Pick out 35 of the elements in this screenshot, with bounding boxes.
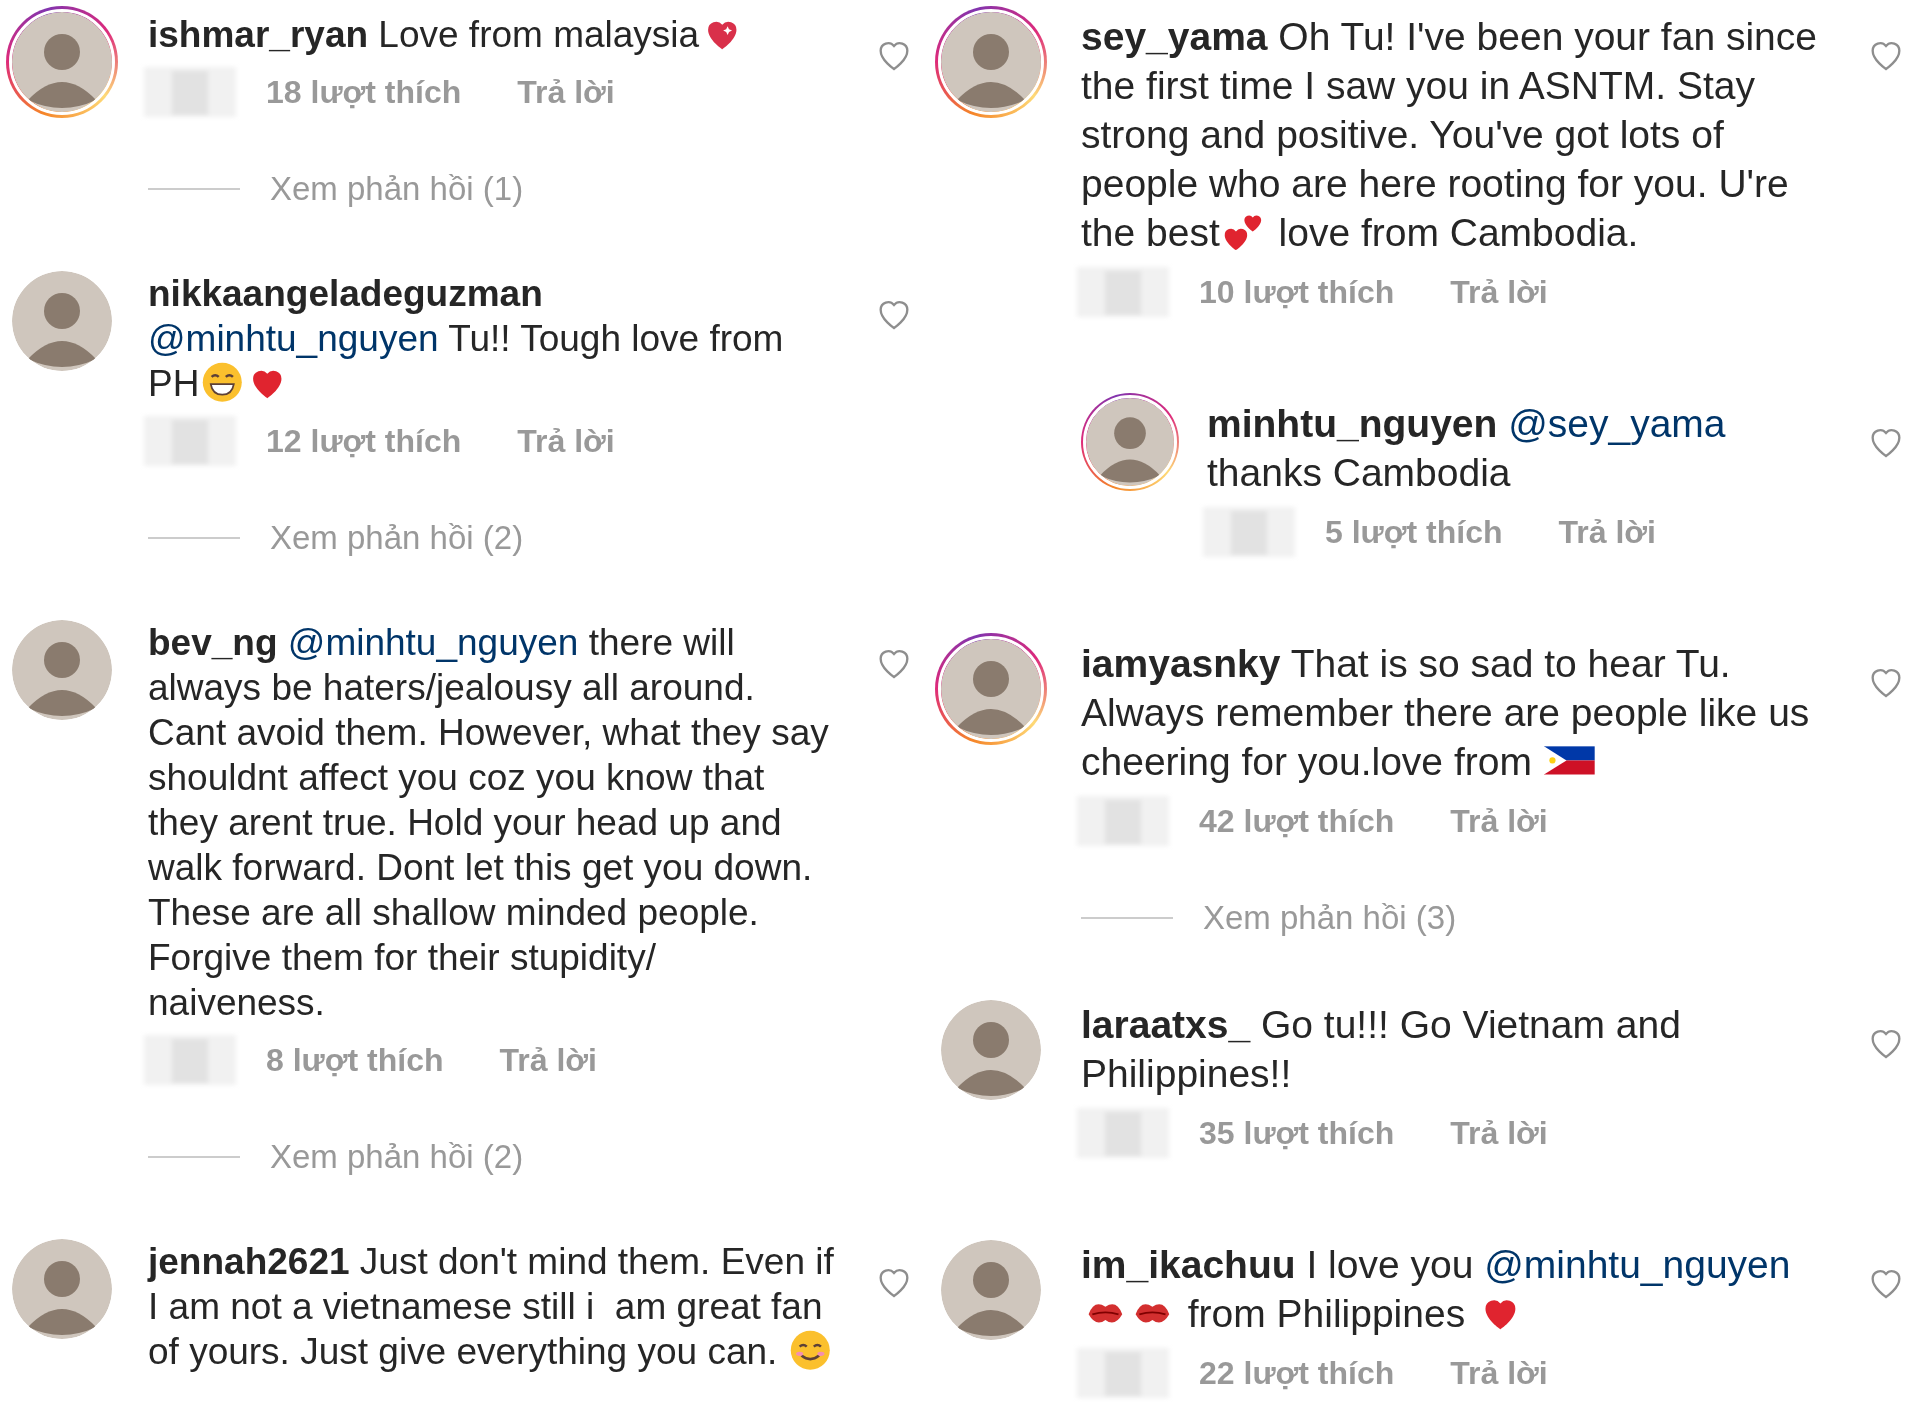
comment-text: bev_ng @minhtu_nguyen there will always be haters/jealousy all around. Cant avoid them. However, what they say shouldnt affect you coz you know that they arent true. Hold your head up and walk forward. Dont let this get you down. These are all shallow minded people. Forgive them for their stupidity/ naiveness.: [148, 621, 830, 1026]
comment-text: nikkaangeladeguzman @minhtu_nguyen Tu!! Tough love from PH: [148, 272, 785, 407]
comment-text: iamyasnky That is so sad to hear Tu. Always remember there are people like us cheering for you.love from: [1081, 641, 1811, 785]
view-replies-link[interactable]: Xem phản hồi (2): [270, 1138, 524, 1177]
reply-link[interactable]: Trả lời: [1450, 273, 1548, 311]
likes-count[interactable]: 22 lượt thích: [1199, 1354, 1395, 1392]
reply-link[interactable]: Trả lời: [1450, 802, 1548, 840]
comment-text: im_ikachuu I love you @minhtu_nguyen from Philippines: [1081, 1242, 1792, 1337]
reply-link[interactable]: Trả lời: [517, 422, 615, 460]
reply-link[interactable]: Trả lời: [1450, 1114, 1548, 1152]
likes-count[interactable]: 18 lượt thích: [266, 73, 462, 111]
smiling-face-icon: [789, 1329, 832, 1372]
mention-link[interactable]: @minhtu_nguyen: [148, 318, 439, 360]
comment-text: sey_yama Oh Tu! I've been your fan since the first time I saw you in ASNTM. Stay strong and positive. You've got lots of people who are here rooting for you. U're the best love from Cambodia.: [1081, 14, 1818, 256]
likes-count[interactable]: 5 lượt thích: [1325, 513, 1503, 551]
reply-link[interactable]: Trả lời: [499, 1041, 597, 1079]
comment-text: jennah2621 Just don't mind them. Even if I am not a vietnamese still i am great fan of yours. Just give everything you can.: [148, 1240, 835, 1375]
mention-link[interactable]: @minhtu_nguyen: [287, 622, 579, 664]
reply-link[interactable]: Trả lời: [1450, 1354, 1548, 1392]
likes-count[interactable]: 35 lượt thích: [1199, 1114, 1395, 1152]
likes-count[interactable]: 10 lượt thích: [1199, 273, 1395, 311]
mention-link[interactable]: @sey_yama: [1508, 402, 1726, 445]
grinning-face-icon: [200, 361, 244, 404]
view-replies-link[interactable]: Xem phản hồi (1): [270, 170, 524, 209]
reply-link[interactable]: Trả lời: [1558, 513, 1656, 551]
comment-text: minhtu_nguyen @sey_yama thanks Cambodia: [1207, 401, 1727, 496]
likes-count[interactable]: 8 lượt thích: [266, 1041, 444, 1079]
mention-link[interactable]: @minhtu_nguyen: [1484, 1243, 1791, 1286]
view-replies-link[interactable]: Xem phản hồi (3): [1203, 899, 1457, 937]
view-replies-link[interactable]: Xem phản hồi (2): [270, 519, 524, 558]
reply-link[interactable]: Trả lời: [517, 73, 615, 111]
likes-count[interactable]: 42 lượt thích: [1199, 802, 1395, 840]
comment-text: laraatxs_ Go tu!!! Go Vietnam and Philippines!!: [1081, 1002, 1682, 1097]
likes-count[interactable]: 12 lượt thích: [266, 422, 462, 460]
comment-text: ishmar_ryan Love from malaysia: [148, 12, 838, 58]
